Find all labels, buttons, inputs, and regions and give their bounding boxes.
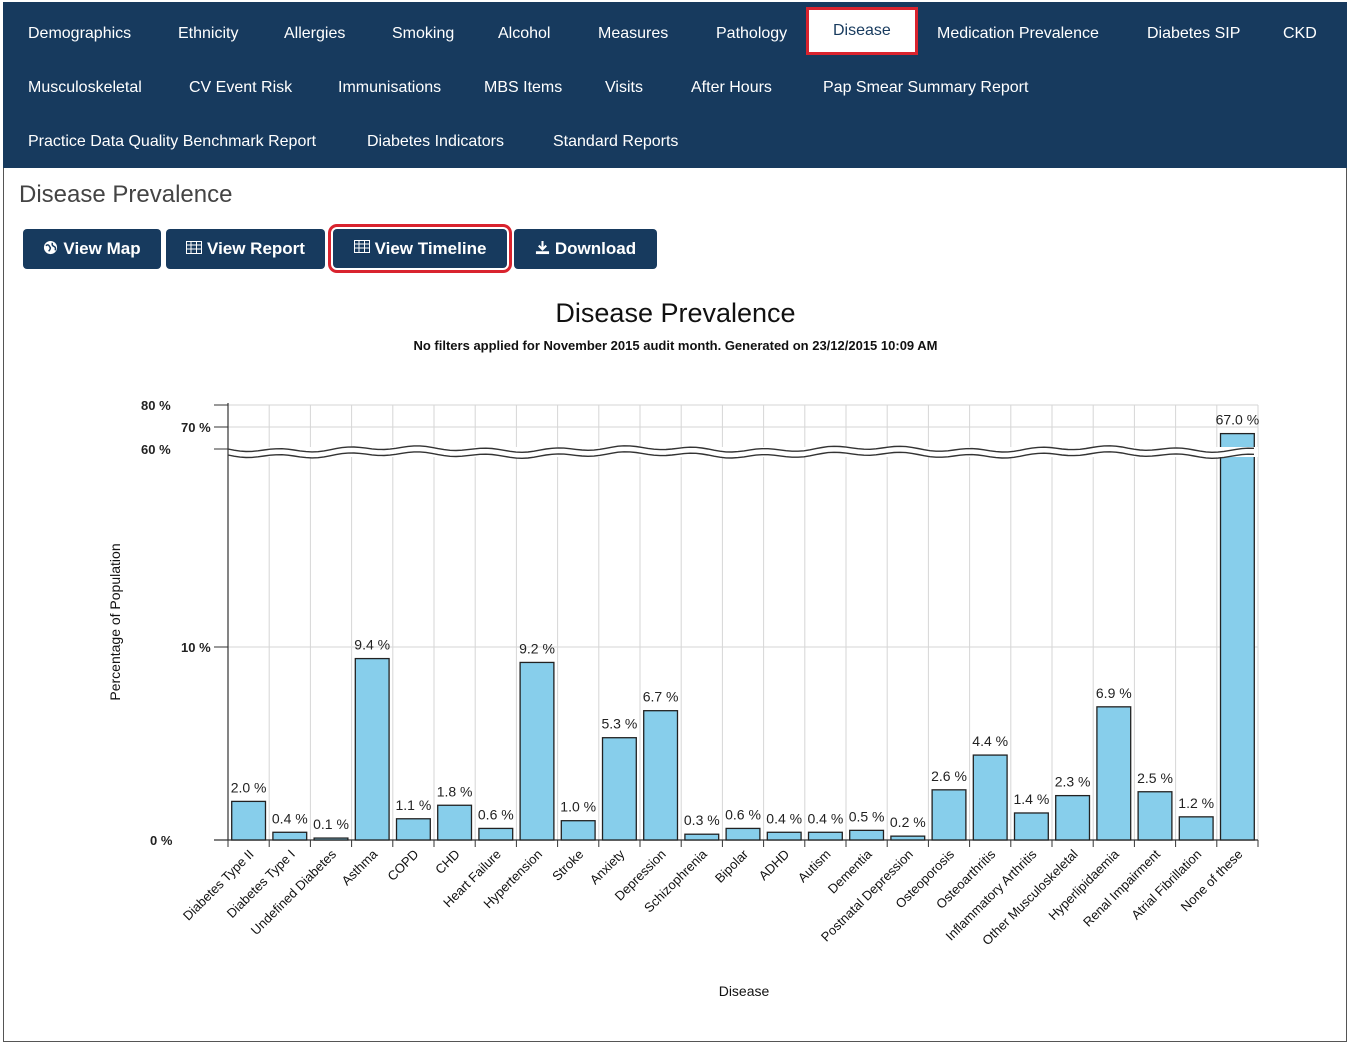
bar-value-label: 9.2 % [519, 640, 555, 656]
bar [272, 831, 308, 841]
category-label: Diabetes Type II [180, 847, 257, 924]
bar [313, 837, 349, 841]
y-tick-label: 70 % [181, 420, 211, 435]
bar-value-label: 0.4 % [272, 810, 308, 826]
category-label: Asthma [339, 846, 381, 888]
bar-value-label: 4.4 % [972, 733, 1008, 749]
category-label: Stroke [549, 847, 586, 884]
bar-value-label: 0.6 % [725, 806, 761, 822]
bar-value-label: 2.3 % [1055, 774, 1091, 790]
bar [807, 831, 843, 841]
bar [1013, 812, 1049, 841]
bar-value-label: 1.0 % [560, 799, 596, 815]
x-axis-title: Disease [719, 983, 770, 999]
bar-value-label: 5.3 % [601, 716, 637, 732]
bar [1178, 816, 1214, 841]
y-tick-label: 60 % [141, 442, 171, 457]
y-tick-label: 0 % [150, 833, 173, 848]
bar-value-label: 2.6 % [931, 768, 967, 784]
disease-prevalence-chart: 0 % 10 % 60 % 70 % 80 % 2.0 % 0.4 % 0.1 % 9.4 % 1… [107, 398, 1260, 999]
bar-value-label: 1.2 % [1178, 795, 1214, 811]
bar [519, 661, 555, 841]
bar [1055, 794, 1091, 841]
bar-value-label: 0.3 % [684, 812, 720, 828]
category-label: Bipolar [712, 846, 752, 886]
category-label: ADHD [756, 847, 793, 884]
bar [231, 800, 267, 841]
bar-value-label: 0.1 % [313, 816, 349, 832]
bar-value-label: 67.0 % [1216, 412, 1260, 428]
bar [643, 710, 679, 841]
y-tick-label: 10 % [181, 640, 211, 655]
bar [354, 657, 390, 841]
bar [849, 829, 885, 841]
bar [1219, 432, 1255, 841]
bar [766, 831, 802, 841]
bar-value-label: 9.4 % [354, 637, 390, 653]
bar-value-label: 1.1 % [395, 797, 431, 813]
bar [395, 818, 431, 841]
bar [972, 754, 1008, 841]
bar [1137, 791, 1173, 841]
category-label: COPD [384, 847, 421, 884]
bar [560, 820, 596, 841]
bar-value-label: 2.5 % [1137, 770, 1173, 786]
category-label: Autism [795, 847, 834, 886]
y-axis-title: Percentage of Population [107, 543, 123, 700]
bar-value-label: 0.6 % [478, 806, 514, 822]
bar [684, 833, 720, 841]
bar [725, 827, 761, 841]
bar [890, 835, 926, 841]
bar-value-label: 6.9 % [1096, 685, 1132, 701]
bar-value-label: 0.4 % [766, 810, 802, 826]
bar [478, 827, 514, 841]
category-label: CHD [432, 847, 463, 878]
category-label: Hyperlipidaemia [1045, 846, 1122, 923]
bar-value-label: 0.2 % [890, 814, 926, 830]
bar [931, 789, 967, 841]
bar [437, 804, 473, 841]
bar-value-label: 0.5 % [849, 808, 885, 824]
bar [1096, 706, 1132, 841]
bar-value-label: 1.8 % [437, 783, 473, 799]
category-label: Renal Impairment [1080, 846, 1163, 929]
bar [601, 737, 637, 841]
bar-value-label: 6.7 % [643, 689, 679, 705]
category-label: Anxiety [587, 846, 628, 887]
bar-value-label: 1.4 % [1013, 791, 1049, 807]
bar-value-label: 0.4 % [807, 810, 843, 826]
bar-value-label: 2.0 % [231, 779, 267, 795]
y-tick-label: 80 % [141, 398, 171, 413]
category-label: Atrial Fibrillation [1128, 847, 1204, 923]
